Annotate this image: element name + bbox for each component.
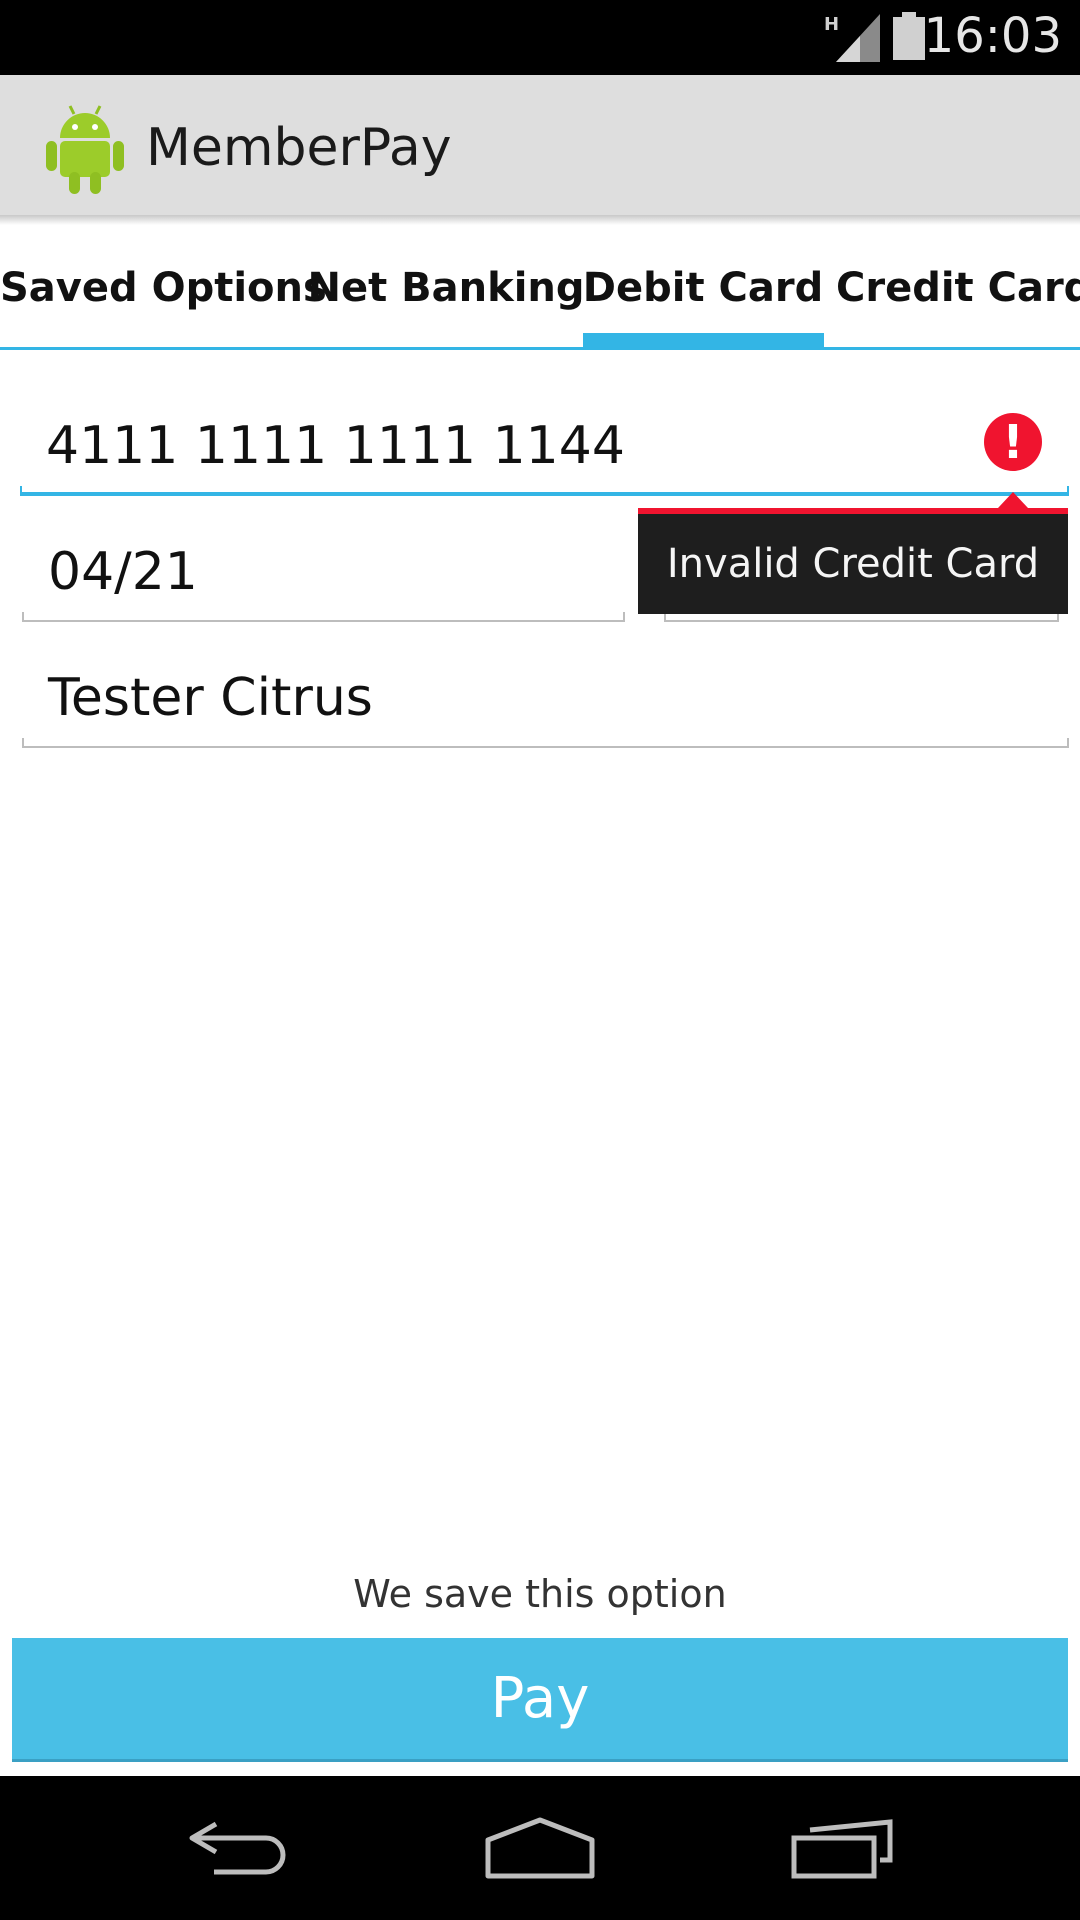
expiry-underline: [22, 612, 625, 622]
svg-text:H: H: [824, 14, 839, 35]
cvv-underline: [664, 612, 1059, 622]
error-popup-arrow: [998, 492, 1028, 508]
tab-credit-card[interactable]: Credit Card: [836, 225, 1080, 350]
tab-saved-options[interactable]: Saved Options: [0, 225, 327, 350]
error-message: Invalid Credit Card: [666, 541, 1040, 587]
android-logo-icon: [46, 105, 124, 194]
status-bar: H 16:03: [0, 0, 1080, 75]
expiry-field[interactable]: 04/21: [22, 522, 625, 622]
cardholder-name-value: Tester Citrus: [48, 668, 373, 728]
back-icon[interactable]: [184, 1816, 294, 1880]
action-bar-shadow: [0, 215, 1080, 225]
app-title: MemberPay: [146, 118, 452, 178]
payment-tabs: Saved Options Net Banking Debit Card Cre…: [0, 225, 1080, 350]
pay-button[interactable]: Pay: [12, 1638, 1068, 1762]
cardholder-name-field[interactable]: Tester Citrus: [22, 648, 1069, 748]
error-icon: !: [984, 413, 1042, 471]
recents-icon[interactable]: [790, 1816, 900, 1880]
cardholder-name-underline: [22, 738, 1069, 748]
tab-divider: [0, 347, 1080, 350]
card-number-value: 4111 1111 1111 1144: [46, 416, 625, 476]
battery-icon: [893, 12, 925, 60]
card-number-underline: [20, 486, 1069, 496]
card-number-field[interactable]: 4111 1111 1111 1144: [20, 396, 1069, 496]
signal-icon: H: [824, 14, 880, 62]
save-option-note: We save this option: [353, 1572, 727, 1616]
home-icon[interactable]: [485, 1816, 595, 1880]
error-popup: Invalid Credit Card: [638, 508, 1068, 614]
expiry-value: 04/21: [48, 542, 198, 602]
tab-net-banking[interactable]: Net Banking: [307, 225, 584, 350]
tab-debit-card[interactable]: Debit Card: [582, 225, 824, 350]
status-time: 16:03: [923, 8, 1062, 64]
